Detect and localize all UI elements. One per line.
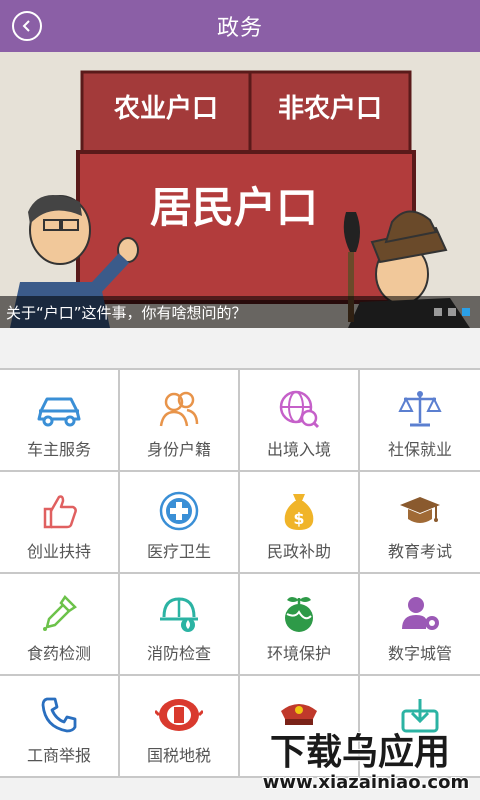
carousel-indicators (434, 308, 470, 316)
fire-helmet-icon (155, 592, 203, 634)
service-business-report[interactable]: 工商举报 (0, 676, 120, 778)
service-education-exam[interactable]: 教育考试 (360, 472, 480, 574)
service-startup-support[interactable]: 创业扶持 (0, 472, 120, 574)
svg-text:www.xiazainiao.com: www.xiazainiao.com (263, 772, 469, 793)
service-label: 车主服务 (26, 440, 91, 459)
service-label: 数字城管 (387, 644, 452, 663)
service-label: 社保就业 (387, 440, 452, 459)
banner-image: 农业户口 非农户口 居民户口 (0, 52, 480, 328)
top-bar: 政务 (0, 0, 480, 52)
medical-cross-icon (155, 490, 203, 532)
people-icon (155, 388, 203, 430)
service-environment[interactable]: 环境保护 (240, 574, 360, 676)
chevron-left-icon (22, 20, 30, 32)
svg-text:$: $ (293, 509, 304, 528)
carousel-dot-active[interactable] (462, 308, 470, 316)
back-button[interactable] (12, 11, 42, 41)
service-label: 出境入境 (266, 440, 331, 459)
tax-emblem-icon (155, 694, 203, 736)
service-label: 工商举报 (26, 746, 91, 765)
service-social-security[interactable]: 社保就业 (360, 370, 480, 472)
service-label: 教育考试 (387, 542, 452, 561)
service-healthcare[interactable]: 医疗卫生 (120, 472, 240, 574)
service-label: 食药检测 (26, 644, 91, 663)
sign-center-text: 居民户口 (150, 183, 318, 232)
user-gear-icon (396, 592, 444, 634)
service-label: 消防检查 (146, 644, 211, 663)
sign-right-text: 非农户口 (278, 93, 382, 124)
earth-plant-icon (275, 592, 323, 634)
carousel-dot[interactable] (448, 308, 456, 316)
service-label: 医疗卫生 (146, 542, 211, 561)
banner-caption-bar: 关于“户口”这件事，你有啥想问的？ (0, 296, 480, 328)
car-icon (35, 388, 83, 430)
globe-icon (275, 388, 323, 430)
watermark-logo: 下载乌应用 www.xiazainiao.com (262, 731, 470, 794)
svg-text:下载乌应用: 下载乌应用 (270, 732, 450, 773)
scale-icon (396, 388, 444, 430)
service-identity[interactable]: 身份户籍 (120, 370, 240, 472)
money-bag-icon: $ (275, 490, 323, 532)
service-tax[interactable]: 国税地税 (120, 676, 240, 778)
service-label: 身份户籍 (146, 440, 211, 459)
service-label: 创业扶持 (26, 542, 91, 561)
service-civil-subsidy[interactable]: $ 民政补助 (240, 472, 360, 574)
banner-caption: 关于“户口”这件事，你有啥想问的？ (6, 303, 247, 322)
sign-left-text: 农业户口 (113, 93, 218, 124)
phone-icon (35, 694, 83, 736)
thumbs-up-icon (35, 490, 83, 532)
service-car-owner[interactable]: 车主服务 (0, 370, 120, 472)
page-title: 政务 (216, 16, 263, 41)
banner-carousel[interactable]: 农业户口 非农户口 居民户口 关于“户口”这件事，你有啥想问的？ (0, 52, 480, 328)
service-label: 民政补助 (266, 542, 331, 561)
service-food-drug[interactable]: 食药检测 (0, 574, 120, 676)
graduation-cap-icon (396, 490, 444, 532)
dropper-icon (35, 592, 83, 634)
carousel-dot[interactable] (434, 308, 442, 316)
service-label: 国税地税 (146, 746, 211, 765)
service-label: 环境保护 (266, 644, 331, 663)
service-grid: 车主服务 身份户籍 出境入境 社保就业 创业扶持 医疗卫生 $ 民政补助 教育考… (0, 368, 480, 778)
service-digital-city[interactable]: 数字城管 (360, 574, 480, 676)
service-entry-exit[interactable]: 出境入境 (240, 370, 360, 472)
service-fire-inspection[interactable]: 消防检查 (120, 574, 240, 676)
